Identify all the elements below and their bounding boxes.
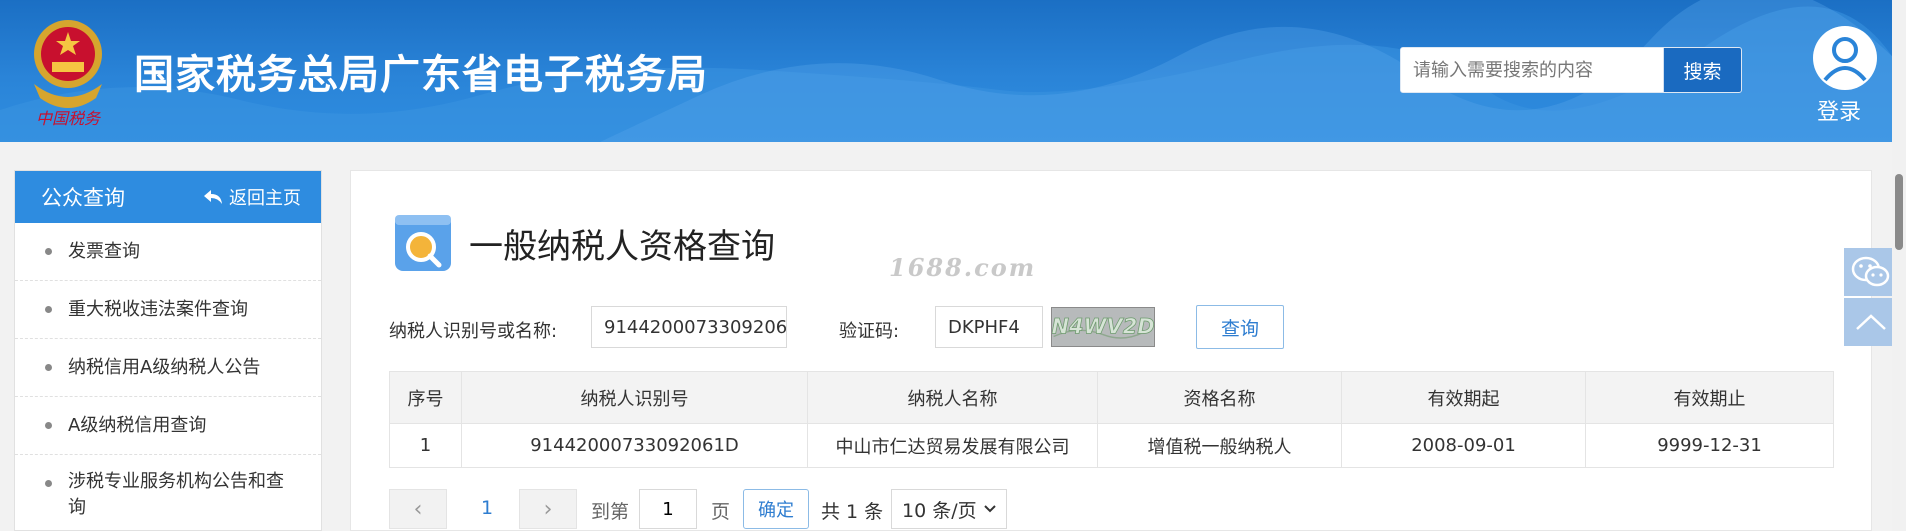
column-header: 有效期止 <box>1585 371 1834 424</box>
current-page[interactable]: 1 <box>481 497 493 519</box>
chevron-up-icon <box>1856 314 1886 330</box>
table-cell: 9999-12-31 <box>1585 423 1834 468</box>
back-to-top-button[interactable] <box>1844 298 1898 346</box>
total-count: 共 1 条 <box>821 501 884 523</box>
emblem-caption: 中国税务 <box>36 109 102 128</box>
national-emblem-icon: 中国税务 <box>34 20 102 128</box>
wechat-button[interactable] <box>1844 248 1898 296</box>
table-cell: 2008-09-01 <box>1341 423 1586 468</box>
query-button[interactable]: 查询 <box>1196 305 1284 349</box>
sidebar-item-label: A级纳税信用查询 <box>68 414 207 436</box>
back-home-link[interactable]: 返回主页 <box>203 184 301 210</box>
page-size-value: 10 条/页 <box>902 499 977 522</box>
sidebar-item-label: 重大税收违法案件查询 <box>68 298 248 320</box>
sidebar-item-a-credit-query[interactable]: A级纳税信用查询 <box>15 397 321 455</box>
sidebar: 公众查询 返回主页 发票查询 重大税收违法案件查询 纳税信用A级纳税人公告 A级… <box>14 170 322 531</box>
sidebar-title: 公众查询 <box>41 186 125 210</box>
taxpayer-id-input[interactable] <box>591 306 787 348</box>
sidebar-header: 公众查询 返回主页 <box>15 171 321 223</box>
sidebar-item-label: 纳税信用A级纳税人公告 <box>68 356 261 378</box>
sidebar-item-a-credit-notice[interactable]: 纳税信用A级纳税人公告 <box>15 339 321 397</box>
chevron-down-icon <box>983 505 996 513</box>
confirm-button[interactable]: 确定 <box>743 489 809 529</box>
floating-toolbar <box>1844 248 1898 346</box>
page-unit-label: 页 <box>711 501 731 523</box>
sidebar-item-invoice[interactable]: 发票查询 <box>15 223 321 281</box>
column-header: 纳税人名称 <box>807 371 1098 424</box>
column-header: 有效期起 <box>1341 371 1586 424</box>
table-cell: 增值税一般纳税人 <box>1097 423 1342 468</box>
table-row: 1 91442000733092061D 中山市仁达贸易发展有限公司 增值税一般… <box>389 423 1834 468</box>
column-header: 序号 <box>389 371 462 424</box>
scrollbar-thumb[interactable] <box>1895 174 1903 250</box>
login-avatar-icon[interactable] <box>1813 26 1877 90</box>
prev-page-button[interactable]: ‹ <box>389 489 447 529</box>
sidebar-item-tax-agency[interactable]: 涉税专业服务机构公告和查询 <box>15 455 321 521</box>
site-header: 中国税务 国家税务总局广东省电子税务局 搜索 登录 <box>0 0 1906 142</box>
bullet-icon <box>45 480 52 487</box>
sidebar-item-label: 涉税专业服务机构公告和查询 <box>68 471 284 518</box>
table-cell: 中山市仁达贸易发展有限公司 <box>807 423 1098 468</box>
result-table: 序号 纳税人识别号 纳税人名称 资格名称 有效期起 有效期止 1 9144200… <box>389 371 1834 468</box>
login-link[interactable]: 登录 <box>1817 94 1861 126</box>
back-arrow-icon <box>204 190 222 204</box>
captcha-label: 验证码: <box>839 321 900 342</box>
bullet-icon <box>45 364 52 371</box>
sidebar-item-major-violation[interactable]: 重大税收违法案件查询 <box>15 281 321 339</box>
search-box: 搜索 <box>1400 47 1742 93</box>
bullet-icon <box>45 306 52 313</box>
next-page-button[interactable]: › <box>519 489 577 529</box>
search-input[interactable] <box>1401 48 1663 92</box>
sidebar-item-label: 发票查询 <box>68 240 140 262</box>
search-document-icon <box>395 215 451 271</box>
column-header: 纳税人识别号 <box>461 371 808 424</box>
page-size-select[interactable]: 10 条/页 <box>891 489 1007 529</box>
back-home-label: 返回主页 <box>229 188 301 209</box>
column-header: 资格名称 <box>1097 371 1342 424</box>
main-panel: 一般纳税人资格查询 1688.com 纳税人识别号或名称: 验证码: N4WV2… <box>350 170 1872 531</box>
bullet-icon <box>45 248 52 255</box>
captcha-image-text: N4WV2D <box>1051 315 1154 339</box>
taxpayer-label: 纳税人识别号或名称: <box>389 321 558 342</box>
wechat-icon <box>1851 256 1890 287</box>
table-cell: 1 <box>389 423 462 468</box>
site-title: 国家税务总局广东省电子税务局 <box>134 52 708 98</box>
goto-label: 到第 <box>591 501 630 523</box>
goto-page-input[interactable] <box>639 489 697 529</box>
table-cell: 91442000733092061D <box>461 423 808 468</box>
watermark-text: 1688.com <box>889 253 1037 282</box>
page-scrollbar[interactable] <box>1892 0 1906 531</box>
page-title: 一般纳税人资格查询 <box>469 227 775 267</box>
search-button[interactable]: 搜索 <box>1663 48 1741 92</box>
captcha-input[interactable] <box>935 306 1043 348</box>
table-header-row: 序号 纳税人识别号 纳税人名称 资格名称 有效期起 有效期止 <box>389 371 1834 424</box>
captcha-image[interactable]: N4WV2D <box>1051 307 1155 347</box>
bullet-icon <box>45 422 52 429</box>
